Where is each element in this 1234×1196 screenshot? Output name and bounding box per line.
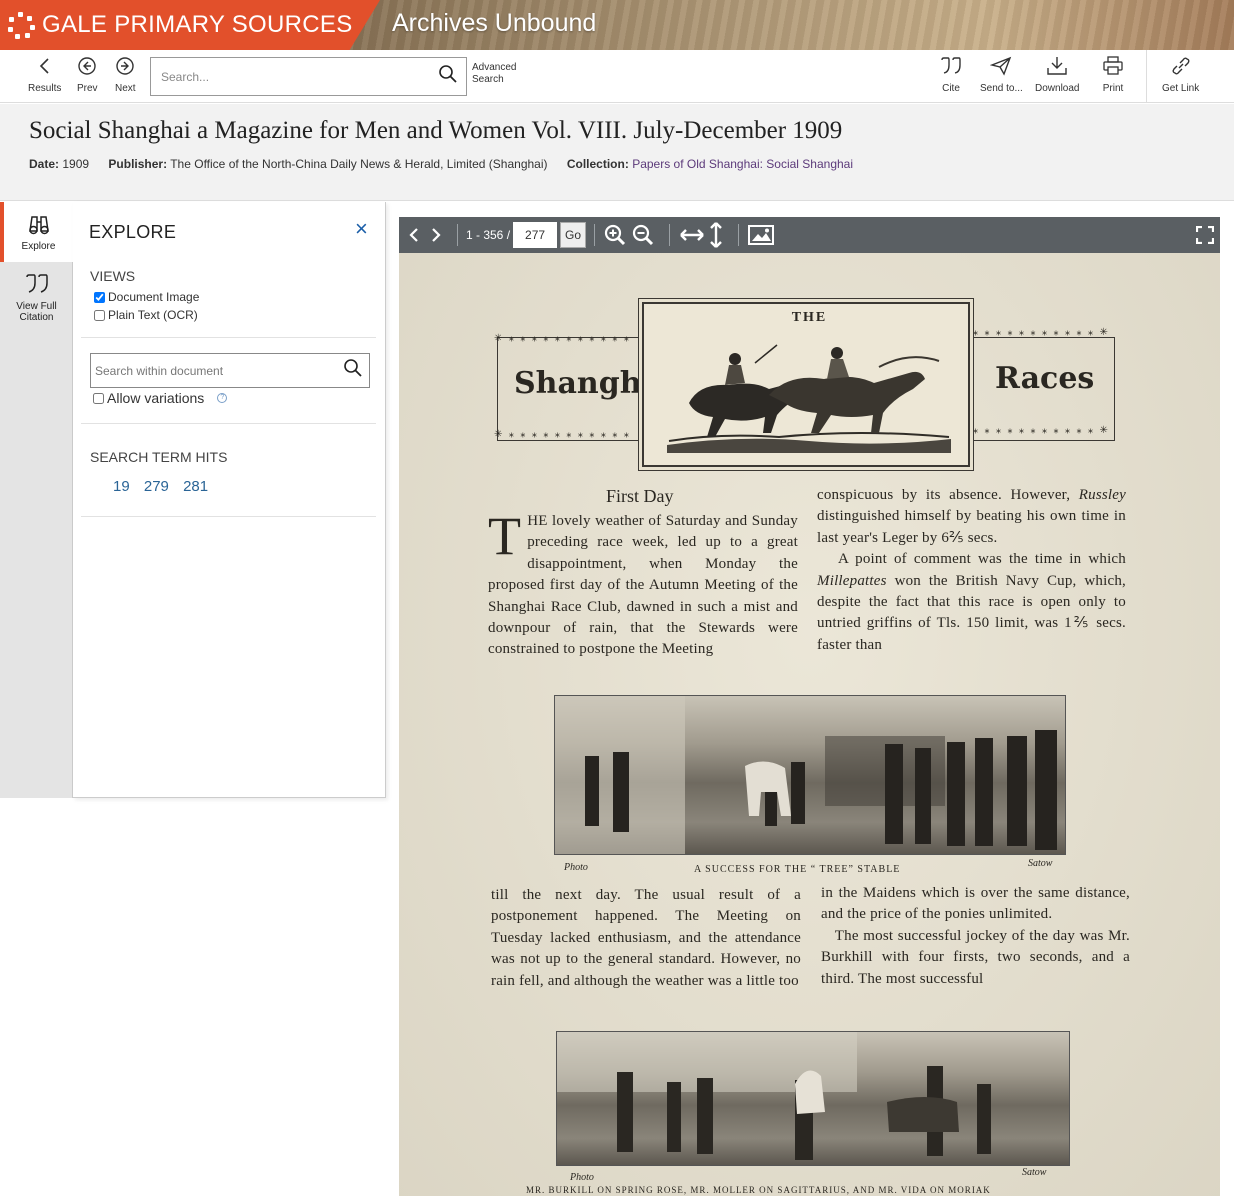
next-circle-icon [115,54,135,78]
results-button[interactable]: Results [28,54,61,94]
search-within-box [90,353,370,388]
photo-caption-photo: Photo [570,1172,594,1183]
views-heading: VIEWS [90,268,136,284]
link-icon [1170,54,1192,78]
divider [81,516,376,517]
fit-width-icon[interactable] [678,223,706,247]
ornament-border: ✳ ⁎ ⁎ ⁎ ⁎ ⁎ ⁎ ⁎ ⁎ ⁎ ⁎ ⁎ [494,333,631,344]
explore-panel: EXPLORE × VIEWS Document Image Plain Tex… [73,202,386,798]
download-button[interactable]: Download [1035,54,1079,94]
download-icon [1046,54,1068,78]
fit-height-icon[interactable] [708,221,724,249]
get-link-button[interactable]: Get Link [1162,54,1199,94]
view-document-image: Document Image [94,290,199,304]
send-icon [990,54,1012,78]
page-number-input[interactable] [513,222,558,248]
divider [81,423,376,424]
photo-caption: A SUCCESS FOR THE “ TREE” STABLE [694,864,901,875]
send-to-button[interactable]: Send to... [980,54,1023,94]
toolbar: Results Prev Next Advanced Search Cite S… [0,50,1234,103]
rail-tab-citation[interactable]: View Full Citation [0,262,73,334]
ornament-border: ✳ ⁎ ⁎ ⁎ ⁎ ⁎ ⁎ ⁎ ⁎ ⁎ ⁎ ⁎ [494,429,631,440]
plain-text-checkbox[interactable] [94,309,105,321]
divider [669,224,671,246]
document-image-checkbox[interactable] [94,291,105,303]
binoculars-icon [27,213,51,238]
hit-link[interactable]: 19 [113,478,130,495]
text-column-right-mid: in the Maidens which is over the same di… [821,885,1130,987]
advanced-search-link[interactable]: Advanced Search [472,62,516,86]
help-icon[interactable]: ? [217,393,228,403]
viewer-toolbar: 1 - 356 / Go [399,217,1220,253]
print-button[interactable]: Print [1102,54,1124,94]
ornament-border: ⁎ ⁎ ⁎ ⁎ ⁎ ⁎ ⁎ ⁎ ⁎ ⁎ ⁎ ✳ [973,425,1110,436]
meta-collection: Collection: Papers of Old Shanghai: Soci… [566,157,854,171]
photo-credit: Satow [1028,858,1053,869]
text-column-right-top: conspicuous by its absence. However, Rus… [817,487,1127,653]
search-icon[interactable] [438,64,458,89]
image-options-icon[interactable] [747,224,775,246]
brand-link[interactable]: GALE PRIMARY SOURCES [0,0,380,50]
next-page-icon[interactable] [429,226,443,244]
prev-page-icon[interactable] [407,226,421,244]
rail-tab-explore[interactable]: Explore [0,202,73,262]
racehorses-illustration [667,344,951,453]
prev-circle-icon [77,54,97,78]
allow-variations: Allow variations ? [93,390,228,406]
zoom-in-icon[interactable] [603,223,627,247]
explore-title: EXPLORE [89,222,177,242]
search-icon[interactable] [343,358,363,383]
cite-button[interactable]: Cite [940,54,962,94]
go-button[interactable]: Go [560,222,587,248]
toolbar-divider [1146,50,1147,102]
product-name: Archives Unbound [392,9,597,37]
meta-date: Date: 1909 [29,157,90,171]
header-word-right: Races [995,361,1095,396]
document-header: Social Shanghai a Magazine for Men and W… [0,104,1234,201]
view-plain-text: Plain Text (OCR) [94,308,198,322]
meta-publisher: Publisher: The Office of the North-China… [108,157,548,171]
photo-caption: MR. BURKILL ON SPRING ROSE, MR. MOLLER O… [526,1185,991,1195]
photo-jockeys [556,1031,1070,1166]
prev-button[interactable]: Prev [77,54,98,94]
photo-success-tree-stable [554,695,1066,855]
quote-icon [25,273,49,298]
photo-credit: Satow [1022,1167,1047,1178]
text-column-left-mid: till the next day. The usual result of a… [491,887,801,989]
search-hits-list: 19 279 281 [113,478,218,495]
divider [457,224,458,246]
close-icon[interactable]: × [355,216,368,242]
banner: GALE PRIMARY SOURCES Archives Unbound [0,0,1234,50]
divider [594,224,596,246]
quote-icon [940,54,962,78]
brand-name: GALE PRIMARY SOURCES [42,11,353,38]
gale-logo-icon [6,10,36,40]
divider [738,224,740,246]
search-within-input[interactable] [95,363,343,378]
document-title: Social Shanghai a Magazine for Men and W… [29,117,843,144]
photo-caption-photo: Photo [564,862,588,873]
collection-link[interactable]: Papers of Old Shanghai: Social Shanghai [632,157,853,171]
header-the: THE [791,310,828,325]
text-column-left-top: T HE lovely weather of Saturday and Sund… [488,506,798,658]
chevron-left-icon [35,54,55,78]
printer-icon [1102,54,1124,78]
drop-cap: T [488,506,522,566]
hit-link[interactable]: 281 [183,478,208,495]
left-rail: Explore View Full Citation [0,202,73,798]
divider [81,337,376,338]
ornament-border: ⁎ ⁎ ⁎ ⁎ ⁎ ⁎ ⁎ ⁎ ⁎ ⁎ ⁎ ✳ [973,327,1110,338]
zoom-out-icon[interactable] [631,223,655,247]
page-range: 1 - 356 / [466,228,511,242]
allow-variations-checkbox[interactable] [93,392,104,404]
search-box [150,57,467,96]
search-input[interactable] [161,69,438,84]
hit-link[interactable]: 279 [144,478,169,495]
document-page-image[interactable]: ✳ ⁎ ⁎ ⁎ ⁎ ⁎ ⁎ ⁎ ⁎ ⁎ ⁎ ⁎ ✳ ⁎ ⁎ ⁎ ⁎ ⁎ ⁎ ⁎ … [399,253,1220,1196]
next-button[interactable]: Next [115,54,136,94]
fullscreen-icon[interactable] [1196,226,1214,244]
section-heading: First Day [606,486,674,506]
document-metadata: Date: 1909 Publisher: The Office of the … [29,157,869,171]
search-hits-heading: SEARCH TERM HITS [90,449,228,465]
